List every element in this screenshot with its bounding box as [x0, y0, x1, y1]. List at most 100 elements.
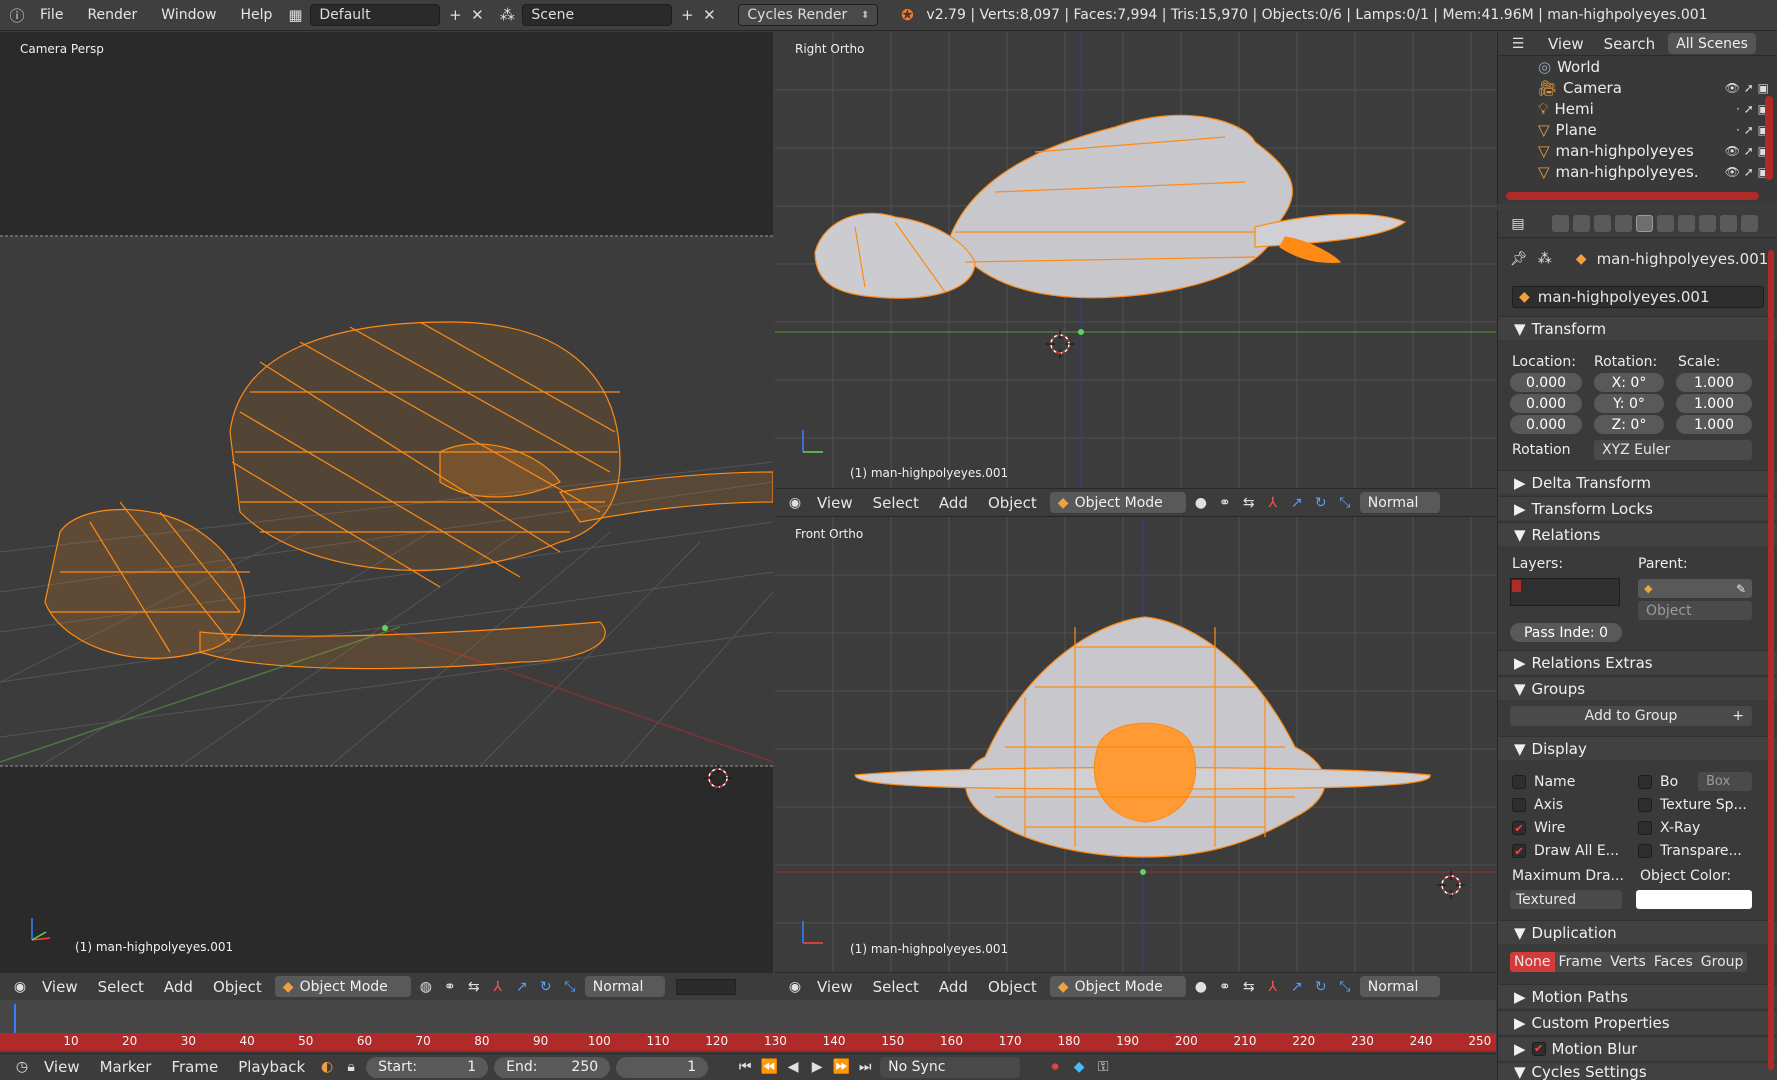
- remove-scene-icon[interactable]: ✕: [698, 4, 720, 26]
- transparency-checkbox[interactable]: Transpare...: [1638, 843, 1742, 859]
- pivot-point-icon[interactable]: ⚭: [438, 976, 462, 997]
- dupli-faces-option[interactable]: Faces: [1649, 952, 1697, 972]
- transform-orientation-select[interactable]: Normal: [1359, 976, 1440, 997]
- manipulator-icon[interactable]: ⇆: [1237, 492, 1261, 513]
- camera-viewport-canvas[interactable]: [0, 32, 773, 1000]
- menu-view[interactable]: View: [807, 978, 863, 996]
- menu-add[interactable]: Add: [154, 978, 203, 996]
- scale-y-field[interactable]: 1.000: [1676, 394, 1752, 413]
- relations-panel-header[interactable]: ▼ Relations: [1498, 522, 1777, 546]
- outliner-item-world[interactable]: ◎ World: [1498, 56, 1777, 77]
- menu-view[interactable]: View: [807, 494, 863, 512]
- object-tab-icon[interactable]: [1636, 215, 1653, 232]
- outliner-scrollbar[interactable]: [1506, 192, 1759, 200]
- rotate-icon[interactable]: ↻: [534, 976, 558, 997]
- menu-add[interactable]: Add: [929, 494, 978, 512]
- checkmark-icon[interactable]: ✔: [1531, 1041, 1546, 1056]
- scale-icon[interactable]: ⤡: [1333, 492, 1357, 513]
- editor-type-icon[interactable]: ◉: [8, 976, 32, 997]
- transform-manipulator-icon[interactable]: ⅄: [486, 976, 510, 997]
- add-scene-icon[interactable]: +: [676, 4, 698, 26]
- right-viewport-canvas[interactable]: [775, 32, 1496, 516]
- current-frame-field[interactable]: 1: [616, 1056, 709, 1078]
- render-layers-tab-icon[interactable]: [1573, 215, 1590, 232]
- rotation-z-field[interactable]: Z: 0°: [1594, 415, 1664, 434]
- modifiers-tab-icon[interactable]: [1678, 215, 1695, 232]
- outliner-item-plane[interactable]: ▽ Plane · ➚ ▣: [1498, 119, 1777, 140]
- menu-select[interactable]: Select: [863, 978, 929, 996]
- add-layout-icon[interactable]: +: [444, 4, 466, 26]
- menu-playback[interactable]: Playback: [228, 1058, 315, 1076]
- outliner-item-hemi[interactable]: 💡︎ Hemi · ➚ ▣: [1498, 98, 1777, 119]
- active-layer[interactable]: [1512, 580, 1521, 592]
- playhead[interactable]: [14, 1004, 16, 1034]
- rotation-y-field[interactable]: Y: 0°: [1594, 394, 1664, 413]
- world-tab-icon[interactable]: [1615, 215, 1632, 232]
- name-checkbox[interactable]: Name: [1512, 774, 1575, 790]
- parent-type-select[interactable]: Object: [1638, 601, 1752, 620]
- camera-viewport[interactable]: Camera Persp (1) man-highpolyeyes.001 ◉ …: [0, 32, 773, 1000]
- dupli-frame-option[interactable]: Frame: [1554, 952, 1607, 972]
- outliner-item-mesh-selected[interactable]: ▽ man-highpolyeyes. 👁︎ ➚ ▣: [1498, 161, 1777, 182]
- custom-properties-panel-header[interactable]: ▶ Custom Properties: [1498, 1010, 1777, 1034]
- scale-icon[interactable]: ⤡: [558, 976, 582, 997]
- menu-object[interactable]: Object: [978, 494, 1047, 512]
- menu-object[interactable]: Object: [203, 978, 272, 996]
- groups-panel-header[interactable]: ▼ Groups: [1498, 676, 1777, 700]
- menu-select[interactable]: Select: [863, 494, 929, 512]
- scale-z-field[interactable]: 1.000: [1676, 415, 1752, 434]
- screen-layout-field[interactable]: Default: [310, 4, 441, 26]
- row-toggles[interactable]: 👁︎ ➚ ▣: [1725, 165, 1769, 179]
- transform-orientation-select[interactable]: Normal: [1359, 492, 1440, 513]
- manipulator-icon[interactable]: ⇆: [462, 976, 486, 997]
- jump-end-icon[interactable]: ⏭: [853, 1057, 877, 1078]
- transform-orientation-select[interactable]: Normal: [584, 976, 665, 997]
- mode-select[interactable]: ◆ Object Mode: [274, 976, 411, 997]
- menu-window[interactable]: Window: [149, 7, 228, 23]
- pass-index-field[interactable]: Pass Inde: 0: [1510, 623, 1622, 642]
- manipulator-icon[interactable]: ⇆: [1237, 976, 1261, 997]
- max-draw-type-select[interactable]: Textured: [1510, 890, 1622, 909]
- right-ortho-viewport[interactable]: Right Ortho (1) man-highpolyeyes.001 ◉ V…: [775, 32, 1496, 516]
- mode-select[interactable]: ◆ Object Mode: [1049, 492, 1186, 513]
- end-frame-field[interactable]: End: 250: [494, 1056, 611, 1078]
- row-toggles[interactable]: 👁︎ ➚ ▣: [1725, 81, 1769, 95]
- play-icon[interactable]: ▶: [805, 1057, 829, 1078]
- row-toggles[interactable]: 👁︎ ➚ ▣: [1725, 144, 1769, 158]
- duplication-panel-header[interactable]: ▼ Duplication: [1498, 920, 1777, 944]
- bounds-checkbox[interactable]: Bo: [1638, 774, 1678, 790]
- editor-type-icon[interactable]: ▤: [1506, 213, 1530, 234]
- frame-ruler[interactable]: 10 20 30 40 50 60 70 80 90 100 110 120 130 140 150 160 1…: [0, 1033, 1496, 1051]
- display-panel-header[interactable]: ▼ Display: [1498, 736, 1777, 760]
- screen-layout-icon[interactable]: ▦: [284, 4, 306, 26]
- wire-checkbox[interactable]: ✔ Wire: [1512, 820, 1566, 836]
- menu-frame[interactable]: Frame: [161, 1058, 228, 1076]
- prev-keyframe-icon[interactable]: ⏪: [757, 1057, 781, 1078]
- scene-icon[interactable]: ⁂: [496, 4, 518, 26]
- object-color-swatch[interactable]: [1636, 890, 1752, 909]
- rotation-x-field[interactable]: X: 0°: [1594, 373, 1664, 392]
- add-to-group-button[interactable]: Add to Group +: [1510, 706, 1752, 726]
- translate-icon[interactable]: ↗: [510, 976, 534, 997]
- play-reverse-icon[interactable]: ◀: [781, 1057, 805, 1078]
- axis-checkbox[interactable]: Axis: [1512, 797, 1563, 813]
- remove-layout-icon[interactable]: ✕: [466, 4, 488, 26]
- preview-range-icon[interactable]: ◐: [315, 1057, 339, 1078]
- layer-grid[interactable]: [1510, 578, 1620, 606]
- menu-view[interactable]: View: [34, 1058, 90, 1076]
- texture-tab-icon[interactable]: [1741, 215, 1758, 232]
- transform-manipulator-icon[interactable]: ⅄: [1261, 976, 1285, 997]
- transform-locks-panel-header[interactable]: ▶ Transform Locks: [1498, 496, 1777, 520]
- start-frame-field[interactable]: Start: 1: [366, 1056, 489, 1078]
- transform-panel-header[interactable]: ▼ Transform: [1498, 316, 1777, 340]
- layer-buttons[interactable]: [675, 978, 736, 995]
- menu-file[interactable]: File: [28, 7, 75, 23]
- menu-select[interactable]: Select: [88, 978, 154, 996]
- cycles-settings-panel-header[interactable]: ▼ Cycles Settings: [1498, 1062, 1777, 1080]
- info-editor-icon[interactable]: ⓘ: [6, 4, 28, 26]
- outliner-item-mesh[interactable]: ▽ man-highpolyeyes 👁︎ ➚ ▣: [1498, 140, 1777, 161]
- location-z-field[interactable]: 0.000: [1510, 415, 1582, 434]
- viewport-shading-icon[interactable]: ●: [1189, 492, 1213, 513]
- next-keyframe-icon[interactable]: ⏩: [829, 1057, 853, 1078]
- editor-type-icon[interactable]: ◉: [783, 492, 807, 513]
